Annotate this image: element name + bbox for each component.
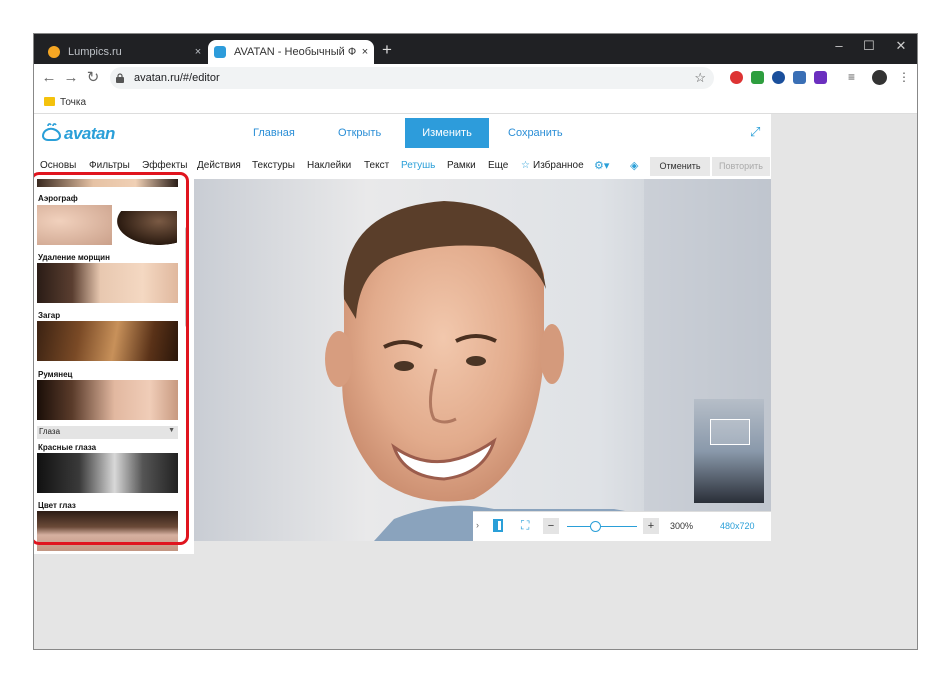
logo-text: avatan <box>64 124 115 143</box>
zoom-bar: › ⛶ − + 300% 480x720 <box>473 511 771 541</box>
extension-globe-icon[interactable] <box>772 71 785 84</box>
tab-avatan[interactable]: AVATAN - Необычный Фоторед × <box>208 40 374 64</box>
avatan-favicon-icon <box>214 46 226 58</box>
zoom-slider-handle[interactable] <box>590 521 601 532</box>
zoom-in-button[interactable]: + <box>643 518 659 534</box>
fullscreen-icon[interactable]: ⤢ <box>750 124 760 140</box>
highlight-frame <box>34 172 189 545</box>
menu-tekst[interactable]: Текст <box>364 160 389 171</box>
extension-cube-icon[interactable] <box>793 71 806 84</box>
favorites-star-icon: ☆ <box>521 160 530 171</box>
page-margin <box>771 114 917 649</box>
photo-canvas[interactable] <box>194 179 771 541</box>
zoom-out-button[interactable]: − <box>543 518 559 534</box>
forward-icon[interactable]: → <box>61 68 81 88</box>
extension-red-icon[interactable] <box>730 71 743 84</box>
address-bar[interactable]: avatan.ru/#/editor ☆ <box>110 67 714 89</box>
lumpics-favicon-icon <box>48 46 60 58</box>
nav-home[interactable]: Главная <box>253 127 295 139</box>
navigator-viewport[interactable] <box>710 419 750 445</box>
extension-check-icon[interactable] <box>751 71 764 84</box>
tab-close-icon[interactable]: × <box>356 46 374 58</box>
navigator-thumbnail[interactable] <box>694 399 764 503</box>
menu-effekty[interactable]: Эффекты <box>142 160 187 171</box>
collapse-chevron-icon[interactable]: › <box>476 520 479 530</box>
app-header: avatan Главная Открыть Изменить Сохранит… <box>34 114 771 154</box>
fit-screen-icon[interactable]: ⛶ <box>521 518 529 533</box>
tab-lumpics[interactable]: Lumpics.ru × <box>42 40 207 64</box>
portrait-photo <box>194 179 771 541</box>
avatar[interactable] <box>872 70 887 85</box>
new-tab-button[interactable]: + <box>382 40 392 60</box>
undo-button[interactable]: Отменить <box>650 157 710 176</box>
star-icon[interactable]: ☆ <box>694 67 706 89</box>
menu-deystviya[interactable]: Действия <box>197 160 241 171</box>
minimize-button[interactable]: – <box>824 36 854 56</box>
compare-icon[interactable] <box>493 519 503 532</box>
bookmark-tochka[interactable]: Точка <box>60 97 86 108</box>
nav-edit-button[interactable]: Изменить <box>405 118 489 148</box>
extension-purple-icon[interactable] <box>814 71 827 84</box>
back-icon[interactable]: ← <box>39 68 59 88</box>
nav-save[interactable]: Сохранить <box>508 127 563 139</box>
more-menu-icon[interactable]: ⋮ <box>898 70 910 84</box>
settings-gear-icon[interactable]: ⚙▾ <box>594 159 609 172</box>
menu-eshche[interactable]: Еще <box>488 160 508 171</box>
nav-open[interactable]: Открыть <box>338 127 381 139</box>
lock-icon <box>116 73 124 83</box>
folder-icon <box>44 97 55 106</box>
tab-title: Lumpics.ru <box>68 46 122 58</box>
zoom-slider-track[interactable] <box>567 526 637 527</box>
page-content: avatan Главная Открыть Изменить Сохранит… <box>34 114 917 649</box>
menu-favorites[interactable]: Избранное <box>533 160 584 171</box>
menu-tekstury[interactable]: Текстуры <box>252 160 295 171</box>
menu-retush[interactable]: Ретушь <box>401 160 435 171</box>
menu-osnovy[interactable]: Основы <box>40 160 76 171</box>
layers-icon[interactable]: ◈ <box>630 159 638 172</box>
whale-icon <box>41 123 62 141</box>
tab-title: AVATAN - Необычный Фоторед <box>234 46 356 58</box>
menu-nakleyki[interactable]: Наклейки <box>307 160 351 171</box>
maximize-button[interactable]: ☐ <box>854 36 884 56</box>
tab-strip: Lumpics.ru × AVATAN - Необычный Фоторед … <box>34 34 917 64</box>
menu-ramki[interactable]: Рамки <box>447 160 476 171</box>
reload-icon[interactable]: ↻ <box>83 68 103 88</box>
redo-button[interactable]: Повторить <box>712 157 770 176</box>
menu-filtry[interactable]: Фильтры <box>89 160 130 171</box>
browser-window: Lumpics.ru × AVATAN - Необычный Фоторед … <box>33 33 918 650</box>
url-text: avatan.ru/#/editor <box>134 72 220 84</box>
tab-close-icon[interactable]: × <box>189 46 207 58</box>
image-size: 480x720 <box>720 521 755 531</box>
close-window-button[interactable]: ✕ <box>886 36 916 56</box>
bookmarks-bar: Точка <box>34 92 917 114</box>
zoom-level: 300% <box>670 521 694 531</box>
browser-toolbar: ← → ↻ avatan.ru/#/editor ☆ ≡ ⋮ <box>34 64 917 92</box>
reading-list-icon[interactable]: ≡ <box>848 70 855 84</box>
